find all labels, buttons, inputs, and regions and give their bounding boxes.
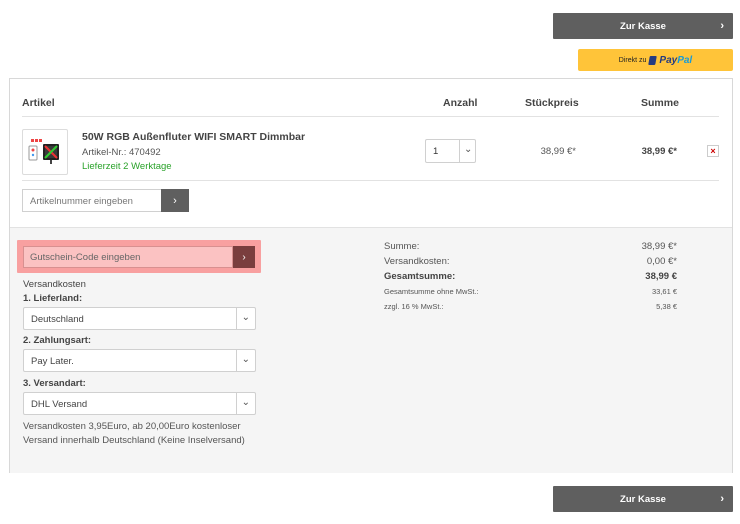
remove-item-icon[interactable]: × [707, 145, 719, 157]
product-thumbnail[interactable] [22, 129, 68, 175]
country-select[interactable]: Deutschland ⌄ [23, 307, 256, 330]
product-title[interactable]: 50W RGB Außenfluter WIFI SMART Dimmbar [82, 131, 305, 143]
article-number-input[interactable]: Artikelnummer eingeben [22, 189, 162, 212]
header-divider [22, 116, 719, 117]
paypal-brand-pal: Pal [677, 54, 693, 66]
checkout-button-label: Zur Kasse [620, 493, 666, 505]
chevron-down-icon: ⌄ [241, 354, 250, 365]
chevron-right-icon: › [720, 493, 724, 505]
row-total: 38,99 €* [641, 146, 677, 157]
cart-container: Artikel Anzahl Stückpreis Summe 50W RGB … [9, 78, 733, 473]
vat-value: 5,38 € [656, 302, 677, 311]
header-total: Summe [641, 97, 679, 109]
product-article-number: Artikel-Nr.: 470492 [82, 147, 161, 158]
summary-section: Gutschein-Code eingeben › Versandkosten … [10, 227, 732, 473]
payment-select[interactable]: Pay Later. ⌄ [23, 349, 256, 372]
checkout-button-top[interactable]: Zur Kasse › [553, 13, 733, 39]
coupon-submit-button[interactable]: › [233, 246, 255, 268]
shipping-info-text: Versandkosten 3,95Euro, ab 20,00Euro kos… [23, 421, 245, 446]
select-divider [236, 350, 237, 371]
quantity-divider [459, 140, 460, 162]
paypal-express-button[interactable]: Direkt zu Pay Pal [578, 49, 733, 71]
checkout-button-bottom[interactable]: Zur Kasse › [553, 486, 733, 512]
sum-label: Summe: [384, 241, 420, 252]
shipping-cost-value: 0,00 €* [646, 256, 677, 267]
paypal-brand-pay: Pay [659, 54, 678, 66]
select-divider [236, 393, 237, 414]
checkout-button-label: Zur Kasse [620, 20, 666, 32]
chevron-down-icon: ⌄ [464, 144, 473, 155]
row-divider [22, 180, 719, 181]
header-article: Artikel [22, 97, 55, 109]
quantity-value: 1 [433, 146, 439, 157]
chevron-down-icon: ⌄ [241, 312, 250, 323]
unit-price: 38,99 €* [540, 146, 576, 157]
chevron-right-icon: › [173, 194, 177, 207]
net-total-value: 33,61 € [651, 287, 677, 296]
sum-value: 38,99 €* [641, 241, 677, 252]
select-divider [236, 308, 237, 329]
country-label: 1. Lieferland: [23, 293, 83, 304]
payment-value: Pay Later. [31, 356, 74, 367]
floodlight-image-icon [28, 139, 59, 164]
chevron-down-icon: ⌄ [241, 397, 250, 408]
shipping-title: Versandkosten [23, 279, 86, 290]
shipping-method-value: DHL Versand [31, 399, 88, 410]
chevron-right-icon: › [720, 20, 724, 32]
chevron-right-icon: › [242, 251, 246, 263]
quantity-select[interactable]: 1 ⌄ [425, 139, 476, 163]
add-article-button[interactable]: › [161, 189, 189, 212]
shipping-method-select[interactable]: DHL Versand ⌄ [23, 392, 256, 415]
grand-total-label: Gesamtsumme: [384, 271, 456, 282]
grand-total-value: 38,99 € [645, 271, 677, 282]
product-delivery-time: Lieferzeit 2 Werktage [82, 161, 172, 172]
paypal-logo-icon [648, 55, 658, 65]
header-unit-price: Stückpreis [525, 97, 579, 109]
coupon-code-input[interactable]: Gutschein-Code eingeben [23, 246, 233, 268]
shipping-cost-label: Versandkosten: [384, 256, 450, 267]
country-value: Deutschland [31, 314, 84, 325]
payment-label: 2. Zahlungsart: [23, 335, 92, 346]
net-total-label: Gesamtsumme ohne MwSt.: [384, 287, 479, 296]
paypal-prefix: Direkt zu [618, 56, 647, 64]
vat-label: zzgl. 16 % MwSt.: [384, 302, 444, 311]
method-label: 3. Versandart: [23, 378, 86, 389]
header-quantity: Anzahl [443, 97, 478, 109]
